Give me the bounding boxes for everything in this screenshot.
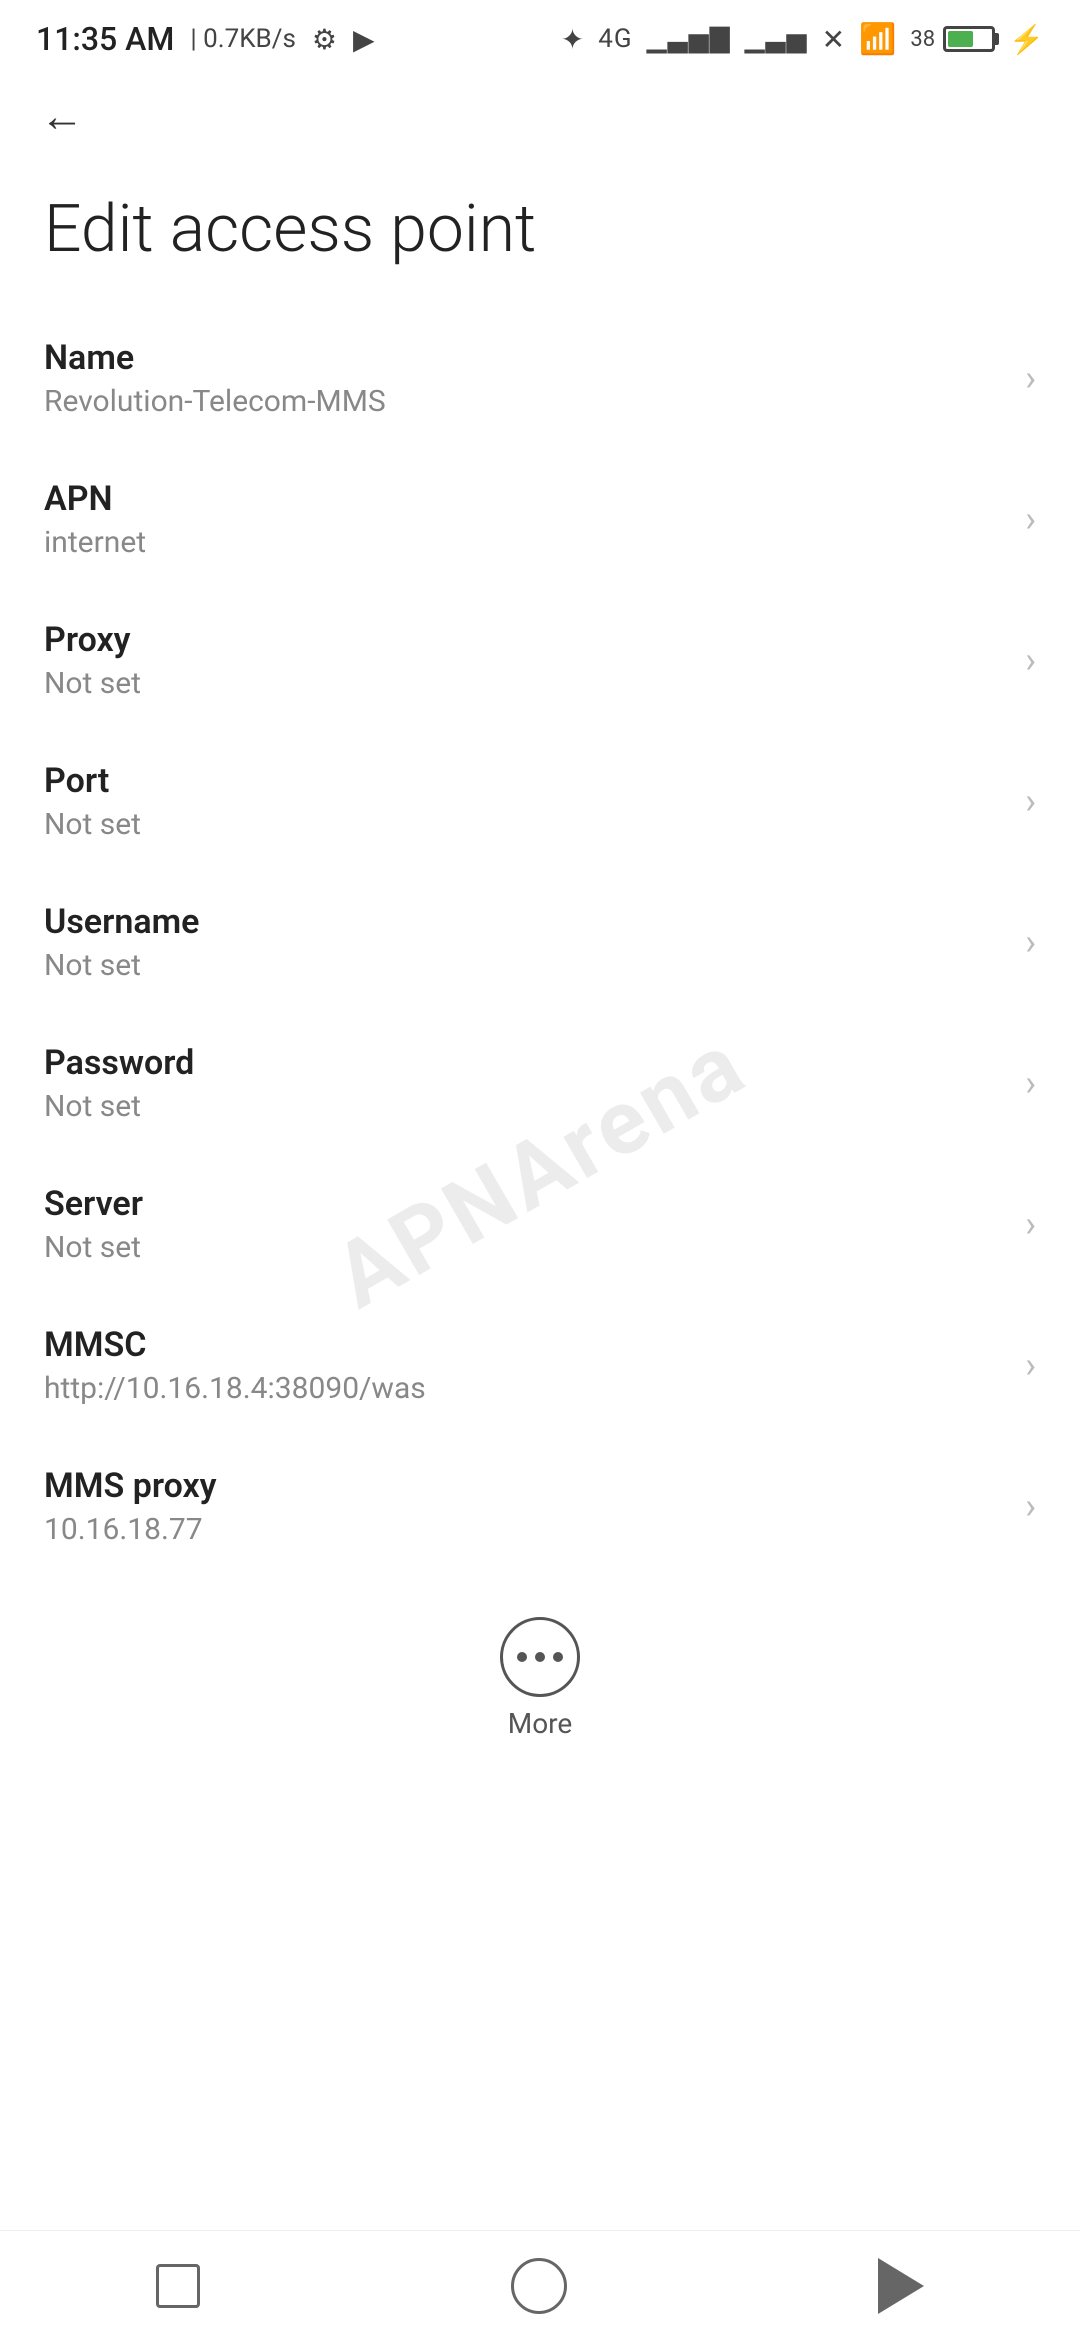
settings-label-mmsc: MMSC: [44, 1325, 1005, 1365]
settings-label-proxy: Proxy: [44, 620, 1005, 660]
signal-x-icon: ✕: [822, 23, 845, 56]
settings-value-mmsc: http://10.16.18.4:38090/was: [44, 1371, 1005, 1406]
settings-item-proxy[interactable]: Proxy Not set ›: [44, 590, 1036, 731]
chevron-username-icon: ›: [1025, 921, 1036, 963]
settings-value-proxy: Not set: [44, 666, 1005, 701]
nav-bar: [0, 2230, 1080, 2340]
settings-item-username-content: Username Not set: [44, 902, 1005, 983]
chevron-port-icon: ›: [1025, 780, 1036, 822]
nav-home-button[interactable]: [511, 2258, 567, 2314]
signal-bars-2-icon: ▁▃▅: [745, 24, 808, 54]
charging-icon: ⚡: [1009, 23, 1044, 56]
settings-value-username: Not set: [44, 948, 1005, 983]
wifi-icon: 📶: [859, 22, 896, 57]
settings-value-password: Not set: [44, 1089, 1005, 1124]
dot-1: [517, 1652, 527, 1662]
settings-item-username[interactable]: Username Not set ›: [44, 872, 1036, 1013]
status-data-speed: | 0.7KB/s: [190, 24, 296, 54]
battery-box: [943, 26, 995, 52]
status-bar: 11:35 AM | 0.7KB/s ⚙ ▶ ✦ 4G ▁▃▅▇ ▁▃▅ ✕ 📶…: [0, 0, 1080, 70]
settings-value-mms-proxy: 10.16.18.77: [44, 1512, 1005, 1547]
settings-label-name: Name: [44, 338, 1005, 378]
settings-item-port-content: Port Not set: [44, 761, 1005, 842]
settings-item-password-content: Password Not set: [44, 1043, 1005, 1124]
chevron-apn-icon: ›: [1025, 498, 1036, 540]
settings-item-mmsc[interactable]: MMSC http://10.16.18.4:38090/was ›: [44, 1295, 1036, 1436]
bluetooth-icon: ✦: [561, 23, 584, 56]
settings-item-mms-proxy-content: MMS proxy 10.16.18.77: [44, 1466, 1005, 1547]
chevron-proxy-icon: ›: [1025, 639, 1036, 681]
more-button[interactable]: [500, 1617, 580, 1697]
nav-recent-button[interactable]: [156, 2264, 200, 2308]
status-left: 11:35 AM | 0.7KB/s ⚙ ▶: [36, 20, 375, 58]
signal-bars-icon: ▁▃▅▇: [647, 24, 731, 54]
chevron-server-icon: ›: [1025, 1203, 1036, 1245]
settings-icon: ⚙: [312, 23, 337, 56]
dot-3: [553, 1652, 563, 1662]
settings-value-port: Not set: [44, 807, 1005, 842]
settings-label-server: Server: [44, 1184, 1005, 1224]
settings-label-password: Password: [44, 1043, 1005, 1083]
settings-item-proxy-content: Proxy Not set: [44, 620, 1005, 701]
video-icon: ▶: [353, 23, 375, 56]
header: ←: [0, 70, 1080, 162]
settings-item-server[interactable]: Server Not set ›: [44, 1154, 1036, 1295]
settings-value-server: Not set: [44, 1230, 1005, 1265]
chevron-password-icon: ›: [1025, 1062, 1036, 1104]
chevron-mms-proxy-icon: ›: [1025, 1485, 1036, 1527]
settings-list: Name Revolution-Telecom-MMS › APN intern…: [0, 308, 1080, 1577]
chevron-name-icon: ›: [1025, 357, 1036, 399]
chevron-mmsc-icon: ›: [1025, 1344, 1036, 1386]
settings-label-mms-proxy: MMS proxy: [44, 1466, 1005, 1506]
status-right: ✦ 4G ▁▃▅▇ ▁▃▅ ✕ 📶 38 ⚡: [561, 22, 1044, 57]
more-dots-icon: [517, 1652, 563, 1662]
nav-back-button[interactable]: [878, 2258, 924, 2314]
settings-value-apn: internet: [44, 525, 1005, 560]
settings-item-password[interactable]: Password Not set ›: [44, 1013, 1036, 1154]
settings-item-name[interactable]: Name Revolution-Telecom-MMS ›: [44, 308, 1036, 449]
settings-item-apn-content: APN internet: [44, 479, 1005, 560]
settings-label-apn: APN: [44, 479, 1005, 519]
more-label: More: [508, 1707, 573, 1740]
more-section: More: [0, 1587, 1080, 1760]
dot-2: [535, 1652, 545, 1662]
settings-item-mms-proxy[interactable]: MMS proxy 10.16.18.77 ›: [44, 1436, 1036, 1577]
settings-item-name-content: Name Revolution-Telecom-MMS: [44, 338, 1005, 419]
settings-label-username: Username: [44, 902, 1005, 942]
settings-item-port[interactable]: Port Not set ›: [44, 731, 1036, 872]
settings-item-server-content: Server Not set: [44, 1184, 1005, 1265]
signal-4g-icon: 4G: [598, 24, 632, 54]
settings-value-name: Revolution-Telecom-MMS: [44, 384, 1005, 419]
settings-item-mmsc-content: MMSC http://10.16.18.4:38090/was: [44, 1325, 1005, 1406]
battery-percent: 38: [910, 27, 935, 52]
settings-item-apn[interactable]: APN internet ›: [44, 449, 1036, 590]
settings-label-port: Port: [44, 761, 1005, 801]
battery-fill: [948, 31, 973, 47]
page-title: Edit access point: [0, 162, 1080, 308]
battery-container: 38: [910, 26, 995, 52]
status-time: 11:35 AM: [36, 20, 174, 58]
back-button[interactable]: ←: [40, 90, 84, 142]
